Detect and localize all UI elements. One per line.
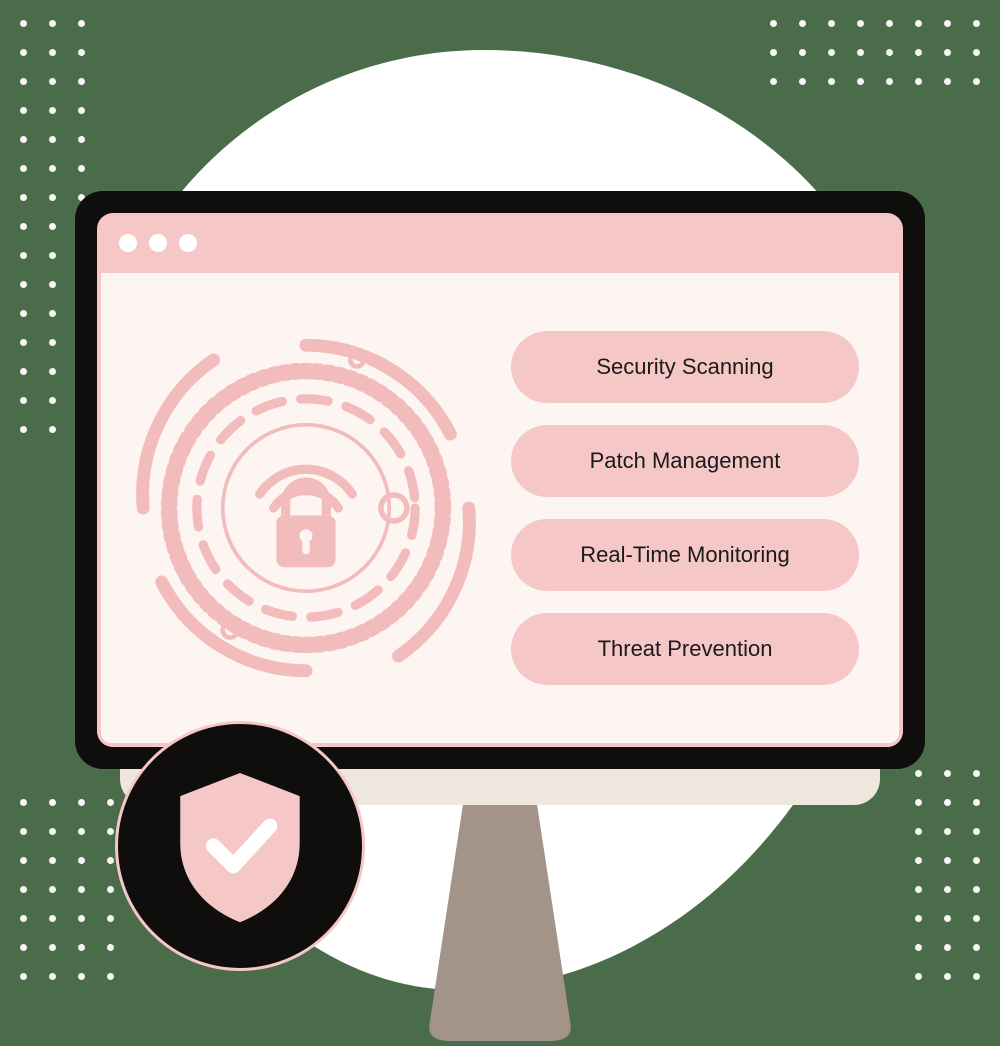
- decorative-dots-top-right: [770, 20, 980, 85]
- decorative-dots-bottom-right: [915, 770, 980, 980]
- window-traffic-light-icon: [149, 234, 167, 252]
- window-content: Security Scanning Patch Management Real-…: [97, 273, 903, 747]
- feature-real-time-monitoring[interactable]: Real-Time Monitoring: [511, 519, 859, 591]
- feature-threat-prevention[interactable]: Threat Prevention: [511, 613, 859, 685]
- window-traffic-light-icon: [119, 234, 137, 252]
- monitor-illustration: Security Scanning Patch Management Real-…: [75, 191, 925, 769]
- monitor-bezel: Security Scanning Patch Management Real-…: [75, 191, 925, 769]
- monitor-stand: [370, 791, 630, 1041]
- feature-list: Security Scanning Patch Management Real-…: [511, 331, 859, 685]
- window-traffic-light-icon: [179, 234, 197, 252]
- feature-patch-management[interactable]: Patch Management: [511, 425, 859, 497]
- lock-radar-icon: [121, 323, 491, 693]
- decorative-dots-bottom-left: [20, 799, 114, 980]
- security-badge: [115, 721, 365, 971]
- shield-check-icon: [157, 763, 323, 929]
- feature-security-scanning[interactable]: Security Scanning: [511, 331, 859, 403]
- app-window: Security Scanning Patch Management Real-…: [97, 213, 903, 747]
- window-titlebar: [97, 213, 903, 273]
